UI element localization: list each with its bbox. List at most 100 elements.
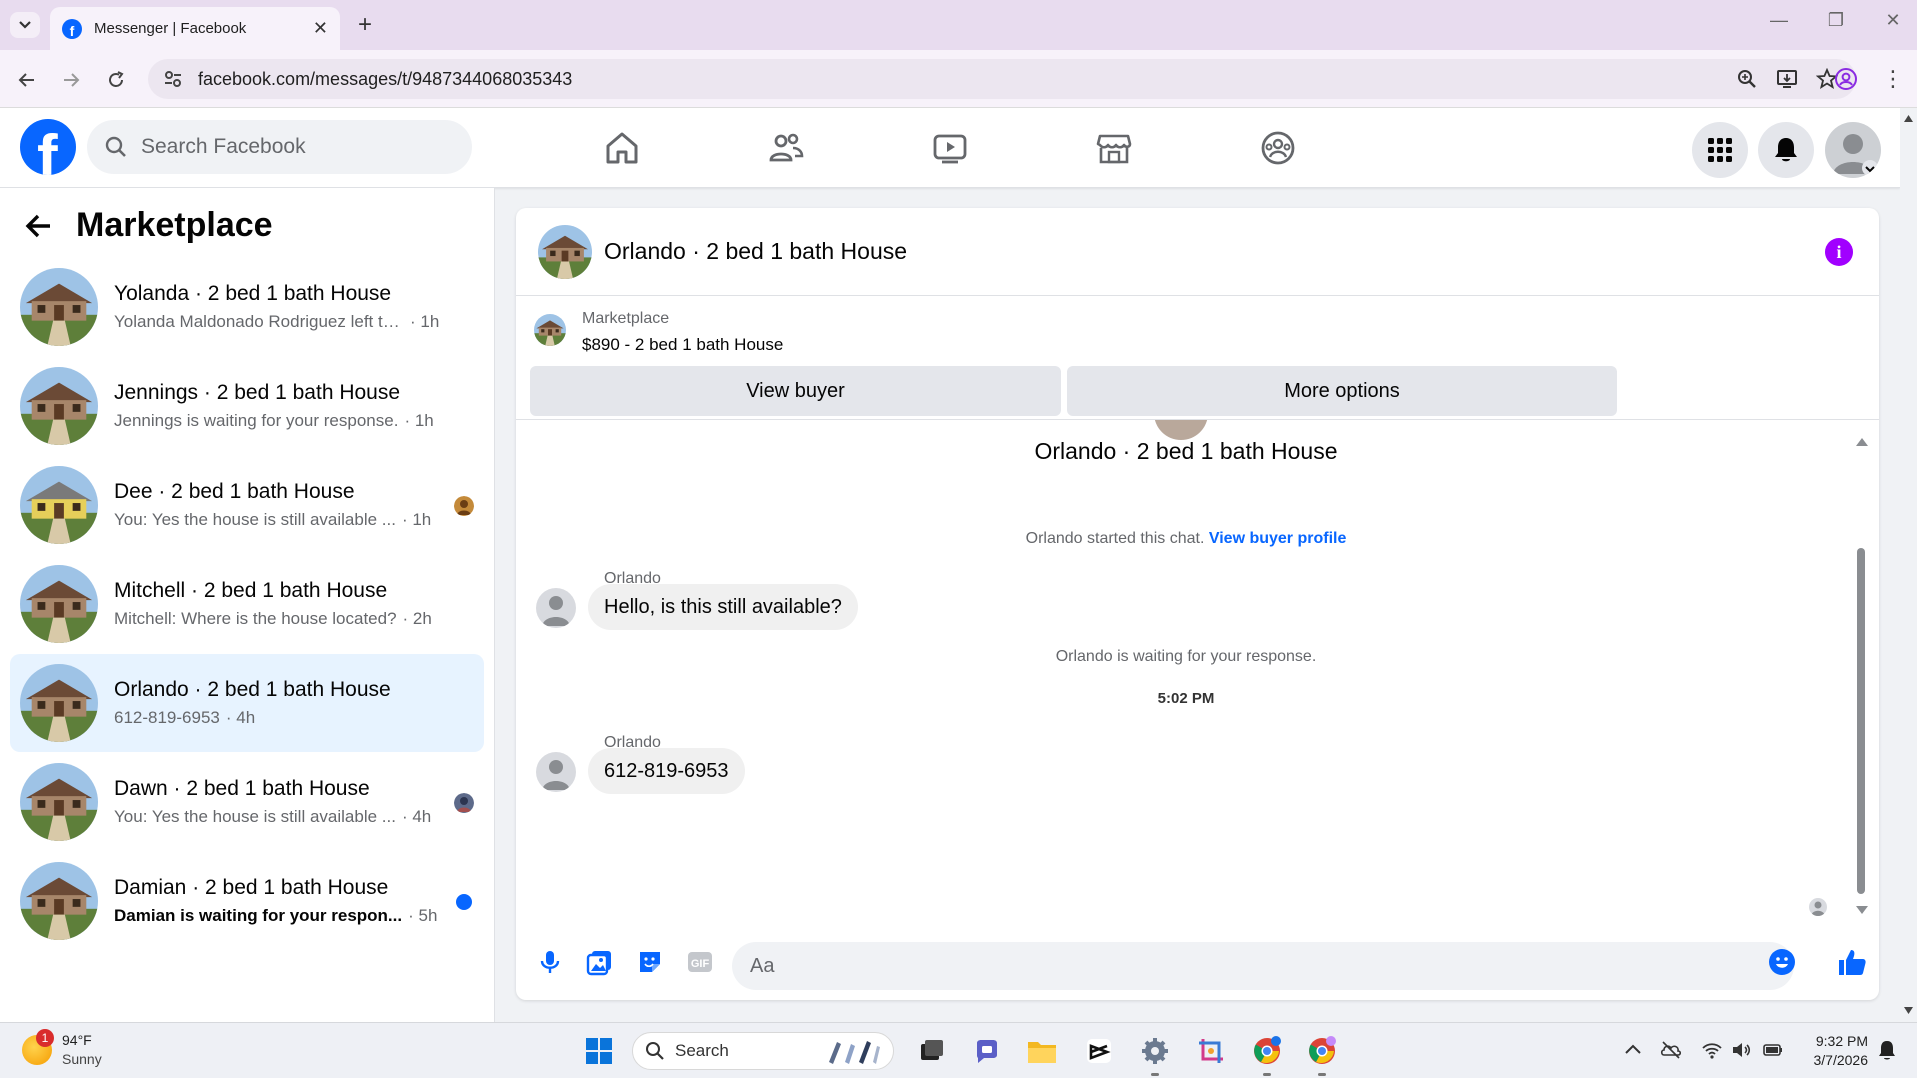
- conversation-time: · 4h: [225, 708, 256, 727]
- chrome-profile-icon[interactable]: [1305, 1034, 1339, 1068]
- taskbar-search[interactable]: Search: [632, 1032, 894, 1070]
- conversation-item[interactable]: Yolanda · 2 bed 1 bath House Yolanda Mald…: [10, 258, 484, 356]
- address-bar[interactable]: facebook.com/messages/t/9487344068035343: [148, 59, 1856, 99]
- chrome-icon[interactable]: [1250, 1034, 1284, 1068]
- site-info-icon[interactable]: [162, 68, 184, 90]
- task-view-icon[interactable]: [915, 1034, 949, 1068]
- teams-chat-icon[interactable]: [970, 1034, 1004, 1068]
- show-hidden-icons-icon[interactable]: [1622, 1039, 1644, 1061]
- zoom-icon[interactable]: [1736, 68, 1758, 90]
- url-text[interactable]: facebook.com/messages/t/9487344068035343: [198, 69, 1736, 90]
- sticker-icon[interactable]: [636, 948, 664, 976]
- restore-icon[interactable]: ❐: [1821, 10, 1851, 31]
- facebook-search[interactable]: [87, 120, 472, 174]
- snipping-tool-icon[interactable]: [1194, 1034, 1228, 1068]
- onedrive-off-icon[interactable]: [1660, 1039, 1682, 1061]
- message-bubble[interactable]: Hello, is this still available?: [588, 584, 858, 630]
- scroll-up-arrow-icon[interactable]: [1855, 436, 1869, 448]
- search-input[interactable]: [141, 135, 441, 159]
- more-options-button[interactable]: More options: [1067, 366, 1617, 416]
- groups-icon[interactable]: [1258, 128, 1298, 168]
- battery-icon[interactable]: [1762, 1039, 1784, 1061]
- conversation-item[interactable]: Damian · 2 bed 1 bath House Damian is wai…: [10, 852, 484, 950]
- menu-grid-button[interactable]: [1692, 122, 1748, 178]
- minimize-icon[interactable]: —: [1764, 10, 1794, 31]
- view-buyer-profile-link[interactable]: View buyer profile: [1209, 530, 1347, 547]
- conversation-preview-line: You: Yes the house is still available ..…: [114, 510, 444, 530]
- message-bubble[interactable]: 612-819-6953: [588, 748, 745, 794]
- thread-title: Orlando · 2 bed 1 bath House: [1034, 438, 1338, 464]
- notification-bell-icon[interactable]: [1876, 1039, 1898, 1061]
- conversation-item[interactable]: Dee · 2 bed 1 bath House You: Yes the hou…: [10, 456, 484, 554]
- back-arrow-icon[interactable]: [22, 209, 56, 243]
- sidebar-header: Marketplace: [22, 206, 273, 245]
- house-photo-icon: [20, 367, 98, 445]
- browser-profile-icon[interactable]: [1834, 67, 1858, 91]
- gif-icon[interactable]: GIF: [686, 948, 714, 976]
- conversation-time: · 4h: [401, 807, 432, 826]
- close-tab-icon[interactable]: ✕: [313, 18, 328, 39]
- marketplace-conversation-list: Marketplace Yolanda · 2 bed 1 bath House…: [0, 188, 495, 1022]
- notifications-button[interactable]: [1758, 122, 1814, 178]
- start-button[interactable]: [582, 1034, 616, 1068]
- wifi-icon[interactable]: [1701, 1039, 1723, 1061]
- capcut-icon[interactable]: [1082, 1034, 1116, 1068]
- close-window-icon[interactable]: ✕: [1878, 10, 1908, 31]
- clock-time: 9:32 PM: [1815, 1033, 1868, 1049]
- conversation-item[interactable]: Dawn · 2 bed 1 bath House You: Yes the ho…: [10, 753, 484, 851]
- user-silhouette-icon: [1833, 134, 1878, 176]
- message-thread: Orlando · 2 bed 1 bath House Orlando sta…: [516, 420, 1879, 920]
- browser-tab[interactable]: f Messenger | Facebook ✕: [50, 7, 340, 50]
- facebook-logo-icon[interactable]: f: [20, 119, 76, 175]
- friends-icon[interactable]: [766, 128, 806, 168]
- thread-scrollbar[interactable]: [1857, 548, 1865, 894]
- volume-icon[interactable]: [1730, 1039, 1752, 1061]
- account-avatar[interactable]: [1825, 122, 1881, 178]
- new-tab-button[interactable]: +: [352, 11, 378, 38]
- taskbar-search-label: Search: [675, 1041, 729, 1060]
- view-buyer-button[interactable]: View buyer: [530, 366, 1061, 416]
- reload-icon[interactable]: [101, 65, 131, 95]
- listing-thumbnail[interactable]: [534, 314, 566, 346]
- back-icon[interactable]: [12, 65, 42, 95]
- browser-menu-icon[interactable]: ⋮: [1880, 65, 1906, 93]
- page-scrollbar[interactable]: [1900, 108, 1917, 1022]
- sender-avatar[interactable]: [536, 588, 576, 628]
- read-receipt-avatar: [1809, 898, 1827, 916]
- emoji-icon[interactable]: [1768, 948, 1796, 976]
- watch-video-icon[interactable]: [930, 128, 970, 168]
- sender-avatar[interactable]: [536, 752, 576, 792]
- conversation-preview-line: You: Yes the house is still available ..…: [114, 807, 444, 827]
- forward-icon[interactable]: [56, 65, 86, 95]
- facebook-header: f: [0, 108, 1900, 188]
- page-scroll-down-icon[interactable]: [1903, 1006, 1914, 1015]
- conversation-item[interactable]: Mitchell · 2 bed 1 bath House Mitchell: W…: [10, 555, 484, 653]
- install-app-icon[interactable]: [1776, 68, 1798, 90]
- scroll-down-arrow-icon[interactable]: [1855, 904, 1869, 916]
- message-input[interactable]: [732, 942, 1794, 990]
- home-icon[interactable]: [602, 128, 642, 168]
- listing-price[interactable]: $890 - 2 bed 1 bath House: [582, 335, 783, 355]
- conversation-item[interactable]: Orlando · 2 bed 1 bath House 612-819-6953…: [10, 654, 484, 752]
- conversation-thumbnail: [20, 763, 98, 841]
- file-explorer-icon[interactable]: [1025, 1034, 1059, 1068]
- system-clock[interactable]: 9:32 PM 3/7/2026: [1800, 1032, 1869, 1070]
- tab-search-button[interactable]: [10, 12, 40, 38]
- marketplace-icon[interactable]: [1094, 128, 1134, 168]
- house-photo-icon: [20, 763, 98, 841]
- page-scroll-up-icon[interactable]: [1903, 114, 1914, 123]
- thumbs-up-icon[interactable]: [1836, 946, 1868, 978]
- conversation-time: · 2h: [402, 609, 432, 628]
- chat-avatar[interactable]: [538, 224, 592, 279]
- photo-icon[interactable]: [586, 948, 614, 976]
- weather-widget[interactable]: 1 94°F Sunny: [22, 1029, 102, 1069]
- settings-gear-icon[interactable]: [1138, 1034, 1172, 1068]
- conversation-preview: Mitchell: Where is the house located?: [114, 609, 397, 628]
- chat-title[interactable]: Orlando · 2 bed 1 bath House: [604, 238, 907, 265]
- conversation-thumbnail: [20, 466, 98, 544]
- microphone-icon[interactable]: [536, 948, 564, 976]
- house-photo-icon: [538, 224, 592, 279]
- weather-badge: 1: [36, 1029, 54, 1047]
- conversation-item[interactable]: Jennings · 2 bed 1 bath House Jennings is…: [10, 357, 484, 455]
- info-icon[interactable]: i: [1825, 238, 1853, 266]
